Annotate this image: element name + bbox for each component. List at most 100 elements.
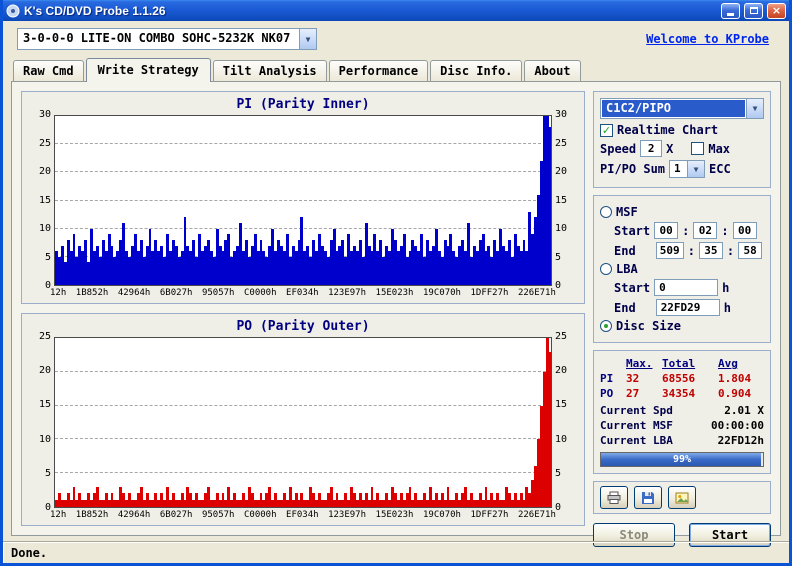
tab-about[interactable]: About <box>524 60 581 81</box>
tab-performance[interactable]: Performance <box>328 60 429 81</box>
pipo-sum-select[interactable]: 1 ▼ <box>669 160 706 178</box>
y-tick-label: 15 <box>38 399 51 411</box>
maximize-icon <box>749 7 758 14</box>
y-tick-label: 20 <box>38 365 51 377</box>
stats-header-avg: Avg <box>718 357 738 370</box>
y-tick-label: 0 <box>44 502 51 513</box>
title-bar: K's CD/DVD Probe 1.1.26 × <box>3 0 789 21</box>
x-tick-label: C0000h <box>243 510 277 520</box>
disc-size-label: Disc Size <box>616 319 682 333</box>
y-tick-label: 5 <box>44 467 51 479</box>
ecc-label: ECC <box>709 162 731 176</box>
x-tick-label: 226E71h <box>517 510 556 520</box>
minimize-button[interactable] <box>721 2 740 19</box>
y-tick-label: 0 <box>555 502 562 513</box>
msf-end-label: End <box>614 243 636 258</box>
lba-start-input[interactable] <box>654 279 719 296</box>
msf-label: MSF <box>616 205 638 219</box>
x-tick-label: 12h <box>50 510 67 520</box>
stats-header-max: Max. <box>626 357 653 370</box>
x-tick-label: 226E71h <box>517 288 556 298</box>
welcome-link[interactable]: Welcome to KProbe <box>646 32 769 46</box>
lba-end-input[interactable] <box>655 299 720 316</box>
po-avg-value: 0.904 <box>718 387 752 400</box>
stats-row-po-label: PO <box>600 387 614 400</box>
y-tick-label: 0 <box>44 280 51 291</box>
toolbar: 3-0-0-0 LITE-ON COMBO SOHC-5232K NK07 ▼ … <box>3 21 789 57</box>
x-tick-label: 1B852h <box>75 288 109 298</box>
pi-y-axis-right: 0 5 10 15 20 25 30 <box>552 110 576 291</box>
print-button[interactable] <box>600 486 628 509</box>
x-tick-label: 19C070h <box>423 288 461 298</box>
stats-table: Max. Total Avg PI 32 68556 1.804 PO 27 3… <box>600 357 764 400</box>
chevron-down-icon[interactable]: ▼ <box>746 99 763 118</box>
msf-end-min[interactable] <box>655 242 684 259</box>
progress-bar: 99% <box>600 452 764 467</box>
msf-start-label: Start <box>614 223 651 238</box>
lba-radio[interactable] <box>600 263 612 275</box>
msf-start-frame[interactable] <box>732 222 757 239</box>
po-chart-title: PO (Parity Outer) <box>236 319 370 334</box>
output-buttons-group <box>593 481 771 514</box>
x-tick-label: 1DFF27h <box>470 288 509 298</box>
y-tick-label: 10 <box>555 223 568 234</box>
speed-label: Speed <box>600 141 637 156</box>
disc-size-radio[interactable] <box>600 320 612 332</box>
close-button[interactable]: × <box>767 2 786 19</box>
chevron-down-icon[interactable]: ▼ <box>687 161 705 177</box>
current-msf-value: 00:00:00 <box>711 419 764 432</box>
po-plot-area <box>54 337 552 508</box>
mode-select-value: C1C2/PIPO <box>602 100 745 117</box>
x-tick-label: 42964h <box>117 510 151 520</box>
msf-separator: : <box>687 243 695 258</box>
max-speed-checkbox[interactable] <box>691 142 705 155</box>
tab-disc-info[interactable]: Disc Info. <box>430 60 523 81</box>
range-group: MSF Start : : End : : <box>593 195 771 343</box>
window-title: K's CD/DVD Probe 1.1.26 <box>24 3 166 18</box>
current-lba-label: Current LBA <box>600 434 673 447</box>
x-tick-label: C0000h <box>243 288 277 298</box>
x-tick-label: 12h <box>50 288 67 298</box>
pi-plot-area <box>54 115 552 286</box>
bar-series <box>55 338 551 507</box>
msf-radio[interactable] <box>600 206 612 218</box>
msf-end-frame[interactable] <box>738 242 763 259</box>
x-tick-label: 1DFF27h <box>470 510 509 520</box>
y-tick-label: 10 <box>38 433 51 445</box>
pi-y-axis-left: 0 5 10 15 20 25 30 <box>30 110 54 291</box>
current-msf-label: Current MSF <box>600 419 673 432</box>
lba-start-unit: h <box>722 280 730 295</box>
charts-column: PI (Parity Inner) 0 5 10 15 20 25 30 0 5 10 15 20 2… <box>21 91 585 526</box>
current-speed-label: Current Spd <box>600 404 673 417</box>
lba-start-label: Start <box>614 280 651 295</box>
current-lba-value: 22FD12h <box>717 434 764 447</box>
pipo-sum-value: 1 <box>674 162 681 175</box>
msf-start-min[interactable] <box>654 222 679 239</box>
y-tick-label: 5 <box>555 467 562 479</box>
save-button[interactable] <box>634 486 662 509</box>
tab-tilt-analysis[interactable]: Tilt Analysis <box>212 60 327 81</box>
x-tick-label: 123E97h <box>328 288 367 298</box>
speed-input[interactable] <box>640 140 663 157</box>
realtime-chart-label: Realtime Chart <box>617 123 719 137</box>
mode-select[interactable]: C1C2/PIPO ▼ <box>600 98 764 119</box>
y-tick-label: 5 <box>44 251 51 263</box>
snapshot-button[interactable] <box>668 486 696 509</box>
y-tick-label: 25 <box>38 137 51 149</box>
maximize-button[interactable] <box>744 2 763 19</box>
tab-raw-cmd[interactable]: Raw Cmd <box>13 60 84 81</box>
tab-write-strategy[interactable]: Write Strategy <box>85 58 211 82</box>
y-tick-label: 25 <box>555 331 568 342</box>
x-tick-label: 95057h <box>201 288 235 298</box>
x-tick-label: EF034h <box>286 510 319 520</box>
chevron-down-icon[interactable]: ▼ <box>299 29 316 49</box>
x-tick-label: 1B852h <box>75 510 109 520</box>
y-tick-label: 15 <box>38 194 51 206</box>
y-tick-label: 30 <box>38 109 51 120</box>
pi-avg-value: 1.804 <box>718 372 752 385</box>
msf-start-sec[interactable] <box>693 222 718 239</box>
realtime-chart-checkbox[interactable]: ✓ <box>600 123 613 137</box>
bar-series <box>55 116 551 285</box>
drive-select[interactable]: 3-0-0-0 LITE-ON COMBO SOHC-5232K NK07 ▼ <box>17 28 317 50</box>
msf-end-sec[interactable] <box>698 242 723 259</box>
